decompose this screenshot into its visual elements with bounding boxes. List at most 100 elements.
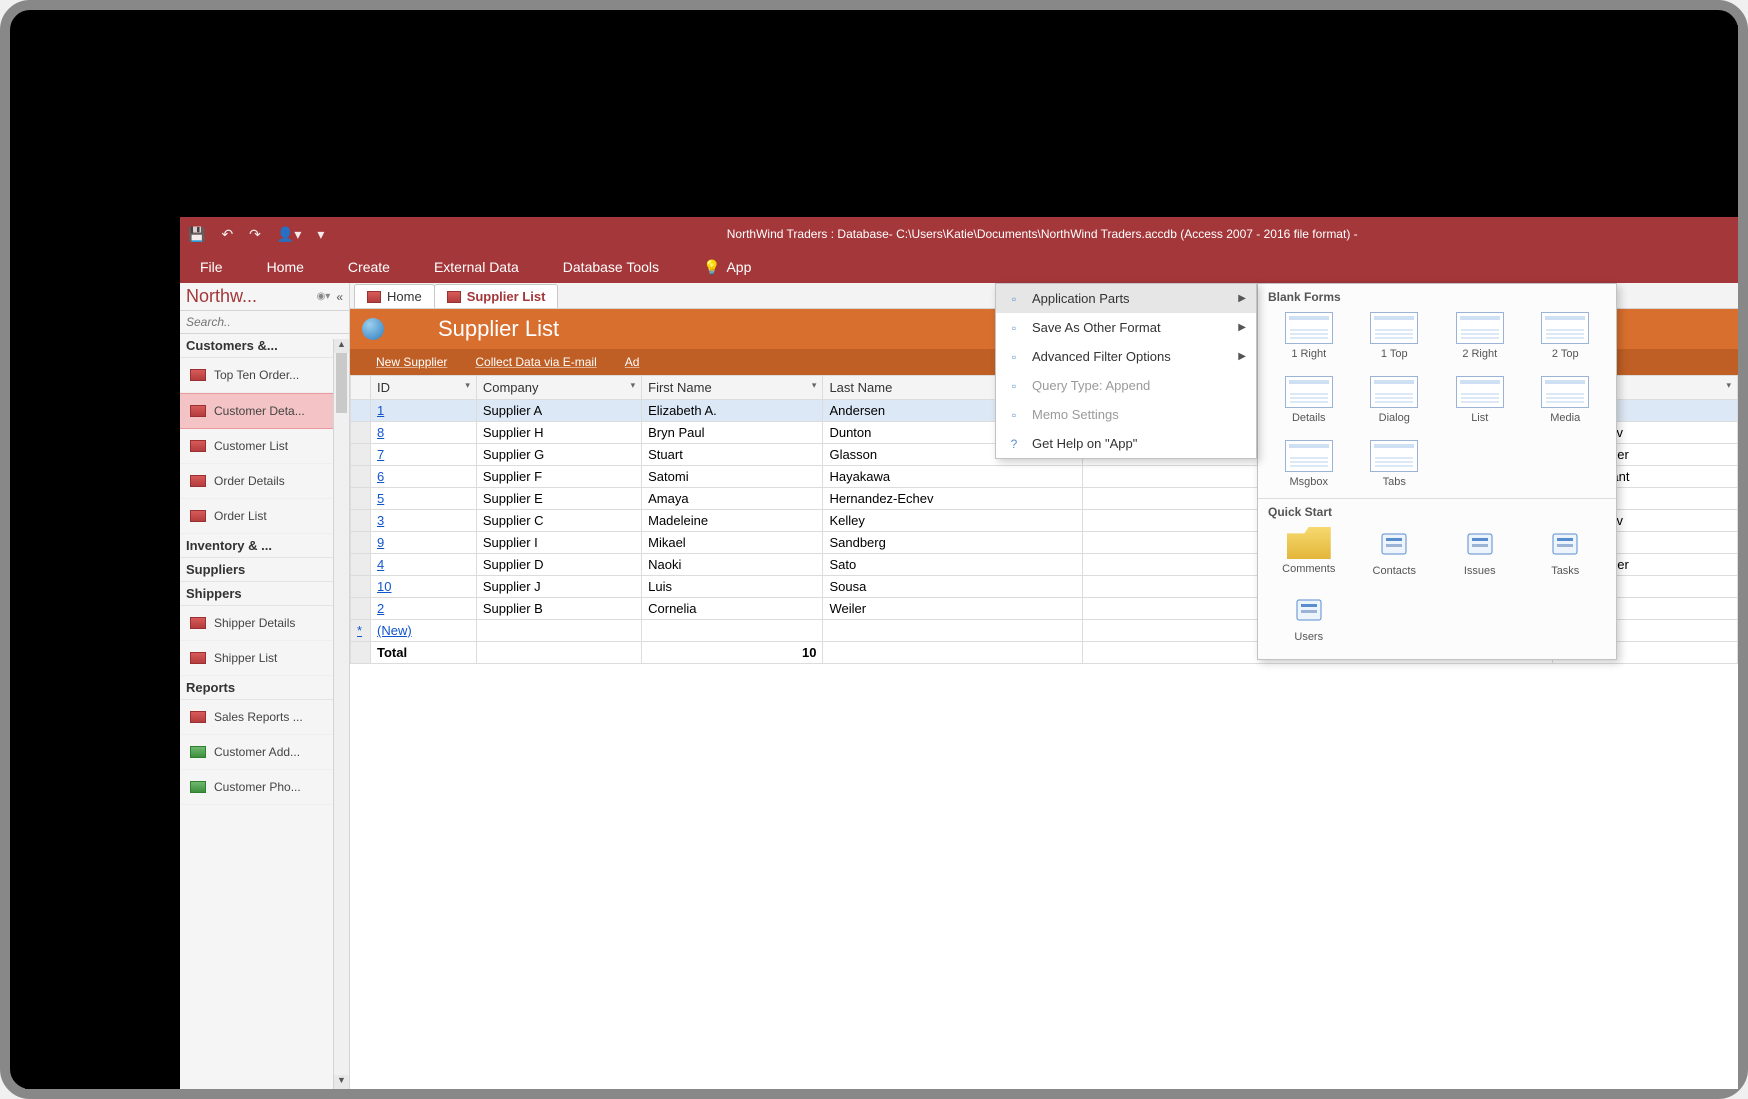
gallery-item[interactable]: 2 Top <box>1525 310 1607 362</box>
save-icon[interactable]: 💾 <box>188 226 205 243</box>
nav-group-header[interactable]: Reports⌃ <box>180 676 349 700</box>
new-supplier-link[interactable]: New Supplier <box>376 355 447 369</box>
cell-last-name[interactable]: Hernandez-Echev <box>823 488 1083 510</box>
cell-last-name[interactable]: Sandberg <box>823 532 1083 554</box>
nav-item[interactable]: Customer Pho... <box>180 770 349 805</box>
cell-last-name[interactable]: Weiler <box>823 598 1083 620</box>
cell-id[interactable]: 5 <box>371 488 477 510</box>
nav-scrollbar[interactable]: ▲ ▼ <box>333 339 349 1089</box>
col-header-id[interactable]: ID▾ <box>371 376 477 400</box>
cell-first-name[interactable]: Bryn Paul <box>642 422 823 444</box>
cell-first-name[interactable]: Naoki <box>642 554 823 576</box>
gallery-item[interactable]: 2 Right <box>1439 310 1521 362</box>
nav-item[interactable]: Order List <box>180 499 349 534</box>
nav-item[interactable]: Customer Deta... <box>180 393 349 429</box>
row-selector[interactable] <box>351 554 371 576</box>
cell-id[interactable]: 6 <box>371 466 477 488</box>
gallery-item[interactable]: List <box>1439 374 1521 426</box>
gallery-item[interactable]: Tabs <box>1354 438 1436 490</box>
cell-company[interactable]: Supplier B <box>476 598 641 620</box>
gallery-item[interactable]: Comments <box>1268 525 1350 579</box>
cell-id[interactable]: 1 <box>371 400 477 422</box>
nav-item[interactable]: Top Ten Order... <box>180 358 349 393</box>
cell-id[interactable]: 10 <box>371 576 477 598</box>
cell-first-name[interactable]: Mikael <box>642 532 823 554</box>
cell-company[interactable]: Supplier C <box>476 510 641 532</box>
cell-last-name[interactable]: Hayakawa <box>823 466 1083 488</box>
cell-company[interactable]: Supplier I <box>476 532 641 554</box>
row-selector[interactable] <box>351 598 371 620</box>
col-header-first-name[interactable]: First Name▾ <box>642 376 823 400</box>
gallery-item[interactable]: Tasks <box>1525 525 1607 579</box>
nav-group-header[interactable]: Customers &...⌃ <box>180 334 349 358</box>
cell-last-name[interactable]: Kelley <box>823 510 1083 532</box>
cell-id[interactable]: 8 <box>371 422 477 444</box>
nav-group-header[interactable]: Inventory & ...⌃ <box>180 534 349 558</box>
row-selector[interactable] <box>351 576 371 598</box>
chevron-down-icon[interactable]: ▾ <box>465 380 470 391</box>
gallery-item[interactable]: Msgbox <box>1268 438 1350 490</box>
cell-company[interactable]: Supplier D <box>476 554 641 576</box>
gallery-item[interactable]: 1 Right <box>1268 310 1350 362</box>
nav-group-header[interactable]: Suppliers⌃ <box>180 558 349 582</box>
cell-first-name[interactable]: Cornelia <box>642 598 823 620</box>
cell-id[interactable]: 7 <box>371 444 477 466</box>
gallery-item[interactable]: 1 Top <box>1354 310 1436 362</box>
cell-company[interactable]: Supplier H <box>476 422 641 444</box>
cell-last-name[interactable]: Sousa <box>823 576 1083 598</box>
cell-company[interactable]: Supplier F <box>476 466 641 488</box>
row-selector[interactable] <box>351 532 371 554</box>
select-all-cell[interactable] <box>351 376 371 400</box>
cell-id[interactable]: 4 <box>371 554 477 576</box>
scroll-up-icon[interactable]: ▲ <box>334 339 349 353</box>
nav-search-input[interactable] <box>180 311 349 333</box>
ribbon-tab-external-data[interactable]: External Data <box>428 259 525 275</box>
row-selector[interactable] <box>351 444 371 466</box>
scroll-down-icon[interactable]: ▼ <box>334 1075 349 1089</box>
row-selector[interactable] <box>351 488 371 510</box>
cell-id[interactable]: 3 <box>371 510 477 532</box>
nav-dropdown-icon[interactable]: ◉▾ <box>317 291 331 302</box>
ribbon-tab-database-tools[interactable]: Database Tools <box>557 259 665 275</box>
cell-first-name[interactable]: Amaya <box>642 488 823 510</box>
nav-item[interactable]: Order Details <box>180 464 349 499</box>
nav-item[interactable]: Customer Add... <box>180 735 349 770</box>
nav-group-header[interactable]: Shippers⌃ <box>180 582 349 606</box>
cell-id[interactable]: 9 <box>371 532 477 554</box>
cell-company[interactable]: Supplier G <box>476 444 641 466</box>
cell-first-name[interactable]: Luis <box>642 576 823 598</box>
popup-item[interactable]: ▫Save As Other Format▶ <box>996 313 1256 342</box>
gallery-item[interactable]: Users <box>1268 591 1350 645</box>
gallery-item[interactable]: Contacts <box>1354 525 1436 579</box>
customize-qat-icon[interactable]: ▾ <box>317 226 324 243</box>
nav-pane-header[interactable]: Northw... ◉▾ « <box>180 283 349 311</box>
cell-first-name[interactable]: Stuart <box>642 444 823 466</box>
cell-company[interactable]: Supplier A <box>476 400 641 422</box>
nav-item[interactable]: Sales Reports ... <box>180 700 349 735</box>
ribbon-tab-create[interactable]: Create <box>342 259 396 275</box>
scroll-thumb[interactable] <box>336 353 347 413</box>
row-selector[interactable] <box>351 510 371 532</box>
gallery-item[interactable]: Dialog <box>1354 374 1436 426</box>
row-selector[interactable] <box>351 400 371 422</box>
popup-item[interactable]: ?Get Help on "App" <box>996 429 1256 458</box>
chevron-down-icon[interactable]: ▾ <box>812 380 817 391</box>
user-icon[interactable]: 👤▾ <box>277 226 301 243</box>
gallery-item[interactable]: Details <box>1268 374 1350 426</box>
chevron-down-icon[interactable]: ▾ <box>1726 380 1731 391</box>
nav-item[interactable]: Shipper Details <box>180 606 349 641</box>
cell-first-name[interactable]: Elizabeth A. <box>642 400 823 422</box>
cell-id[interactable]: 2 <box>371 598 477 620</box>
redo-icon[interactable]: ↷ <box>249 226 261 243</box>
cell-first-name[interactable]: Satomi <box>642 466 823 488</box>
popup-item[interactable]: ▫Advanced Filter Options▶ <box>996 342 1256 371</box>
cell-last-name[interactable]: Sato <box>823 554 1083 576</box>
popup-item[interactable]: ▫Application Parts▶ <box>996 284 1256 313</box>
doc-tab-supplier-list[interactable]: Supplier List <box>434 284 559 308</box>
row-selector[interactable] <box>351 422 371 444</box>
cell-company[interactable]: Supplier E <box>476 488 641 510</box>
gallery-item[interactable]: Media <box>1525 374 1607 426</box>
nav-item[interactable]: Shipper List <box>180 641 349 676</box>
cell-company[interactable]: Supplier J <box>476 576 641 598</box>
nav-collapse-icon[interactable]: « <box>336 290 343 304</box>
